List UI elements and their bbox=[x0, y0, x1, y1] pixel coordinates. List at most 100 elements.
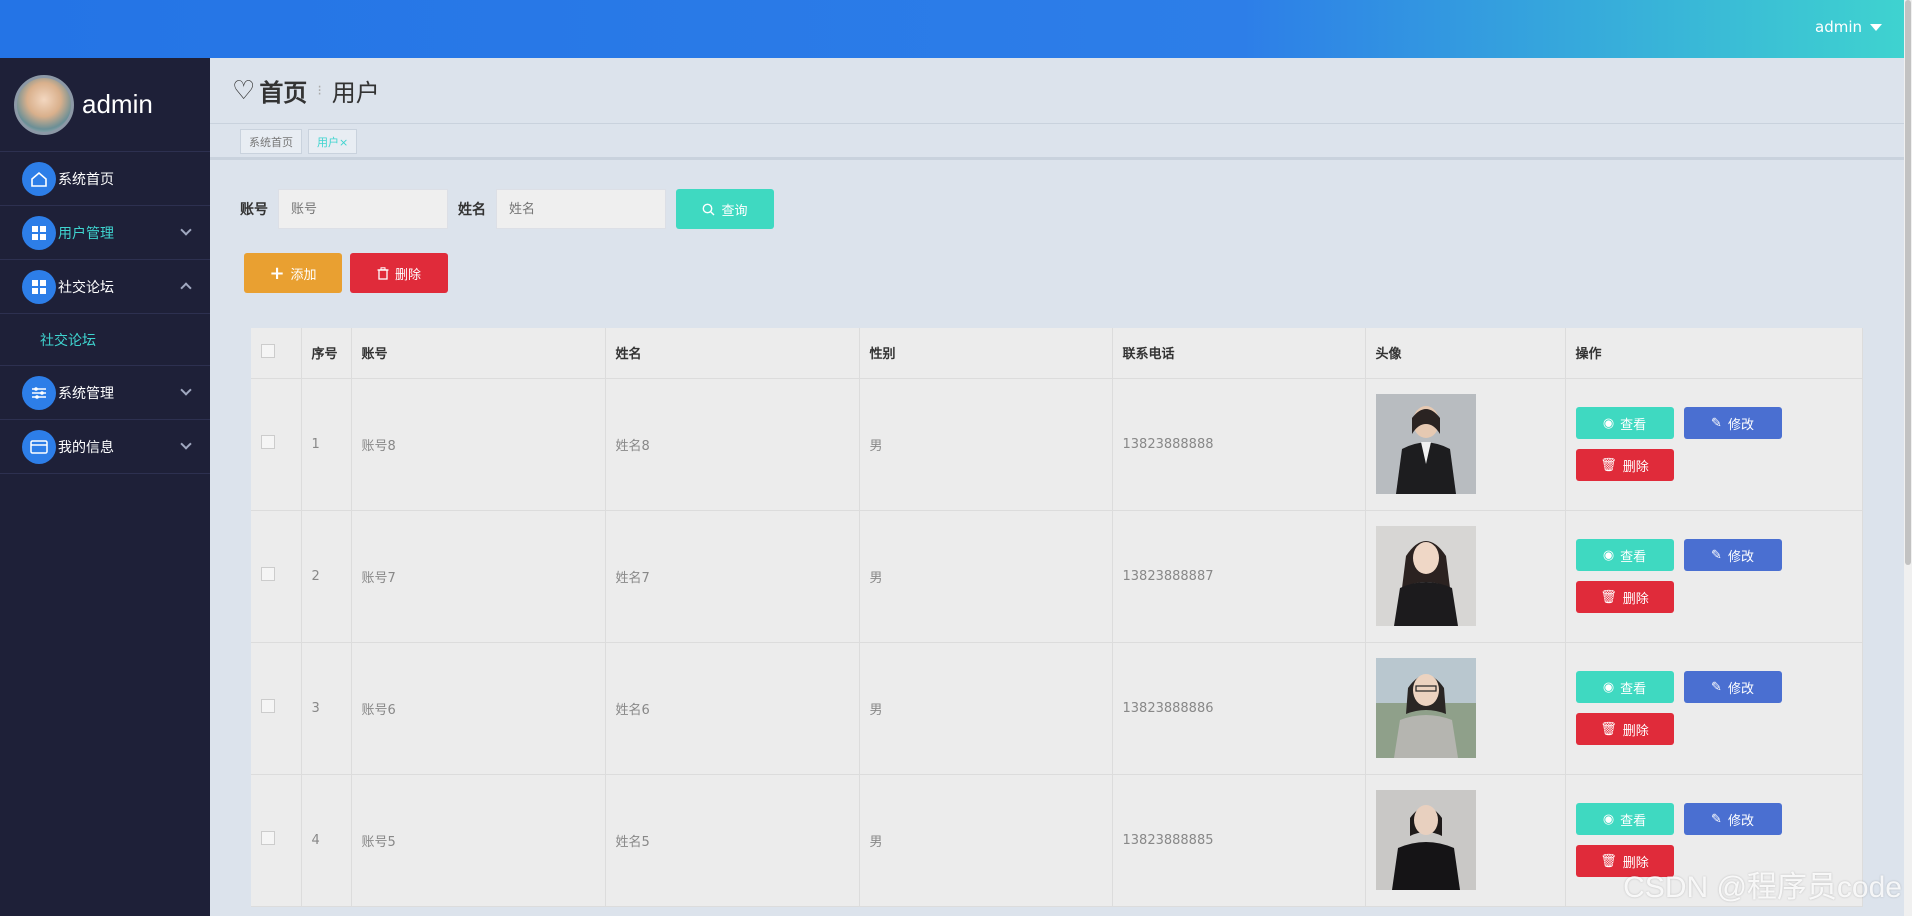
cell-account: 账号8 bbox=[351, 378, 606, 511]
cell-no: 2 bbox=[301, 510, 352, 643]
cell-gender: 男 bbox=[859, 378, 1113, 511]
cell-phone: 13823888888 bbox=[1112, 378, 1366, 511]
row-checkbox[interactable] bbox=[261, 567, 275, 581]
cell-gender: 男 bbox=[859, 774, 1113, 907]
table-row: 4 账号5 姓名5 男 13823888885 ◉ 查看 ✎ 修改 🗑 删除 bbox=[251, 774, 1863, 907]
view-label: 查看 bbox=[1620, 681, 1647, 697]
view-label: 查看 bbox=[1620, 549, 1647, 565]
sidebar-subitem-label: 社交论坛 bbox=[40, 332, 96, 349]
caret-down-icon bbox=[1870, 23, 1882, 31]
sidebar-item-user-management[interactable]: 用户管理 bbox=[0, 206, 210, 260]
sidebar-item-forum[interactable]: 社交论坛 bbox=[0, 260, 210, 314]
eye-icon: ◉ bbox=[1602, 811, 1615, 827]
trash-icon: 🗑 bbox=[1600, 457, 1617, 473]
row-check-cell bbox=[251, 510, 302, 643]
col-account: 账号 bbox=[351, 328, 606, 379]
row-checkbox[interactable] bbox=[261, 831, 275, 845]
sidebar-item-label: 我的信息 bbox=[58, 439, 114, 456]
sidebar-item-label: 社交论坛 bbox=[58, 279, 114, 296]
user-photo[interactable] bbox=[1375, 790, 1476, 890]
view-button[interactable]: ◉ 查看 bbox=[1575, 803, 1674, 835]
delete-label: 删除 bbox=[1622, 459, 1649, 475]
cell-phone: 13823888886 bbox=[1112, 642, 1366, 775]
cell-name: 姓名8 bbox=[605, 378, 860, 511]
delete-label: 删除 bbox=[1622, 591, 1649, 607]
col-gender: 性别 bbox=[859, 328, 1113, 379]
edit-icon: ✎ bbox=[1711, 679, 1722, 695]
view-button[interactable]: ◉ 查看 bbox=[1575, 539, 1674, 571]
user-photo[interactable] bbox=[1375, 658, 1476, 758]
cell-no: 3 bbox=[301, 642, 352, 775]
user-name: admin bbox=[1815, 18, 1862, 36]
edit-button[interactable]: ✎ 修改 bbox=[1683, 671, 1782, 703]
row-delete-button[interactable]: 🗑 删除 bbox=[1575, 713, 1674, 745]
row-check-cell bbox=[251, 774, 302, 907]
search-form: 账号 姓名 查询 bbox=[240, 189, 774, 229]
col-no: 序号 bbox=[301, 328, 352, 379]
view-button[interactable]: ◉ 查看 bbox=[1575, 407, 1674, 439]
edit-button[interactable]: ✎ 修改 bbox=[1683, 803, 1782, 835]
view-button[interactable]: ◉ 查看 bbox=[1575, 671, 1674, 703]
page-scrollbar[interactable] bbox=[1904, 0, 1912, 916]
heart-icon: ♡ bbox=[232, 75, 256, 106]
chevron-down-icon bbox=[180, 384, 192, 396]
col-phone: 联系电话 bbox=[1112, 328, 1366, 379]
trash-icon bbox=[377, 266, 389, 280]
sidebar-item-home[interactable]: 系统首页 bbox=[0, 152, 210, 206]
user-photo[interactable] bbox=[1375, 394, 1476, 494]
tag-home[interactable]: 系统首页 bbox=[240, 129, 302, 154]
select-all-checkbox[interactable] bbox=[261, 343, 275, 358]
row-checkbox[interactable] bbox=[261, 699, 275, 713]
table-row: 2 账号7 姓名7 男 13823888887 ◉ 查看 ✎ 修改 🗑 删除 bbox=[251, 510, 1863, 643]
delete-label: 删除 bbox=[1622, 723, 1649, 739]
cell-name: 姓名5 bbox=[605, 774, 860, 907]
sidebar-item-system[interactable]: 系统管理 bbox=[0, 366, 210, 420]
profile-name: admin bbox=[82, 89, 153, 119]
tab-tags: 系统首页 用户× bbox=[240, 129, 358, 154]
name-input[interactable] bbox=[496, 189, 666, 229]
top-bar: admin bbox=[0, 0, 1912, 58]
user-menu[interactable]: admin bbox=[1815, 18, 1882, 36]
trash-icon: 🗑 bbox=[1600, 721, 1617, 737]
tag-user[interactable]: 用户× bbox=[308, 129, 358, 154]
edit-button[interactable]: ✎ 修改 bbox=[1683, 407, 1782, 439]
sidebar-item-label: 系统管理 bbox=[58, 385, 114, 402]
delete-button-label: 删除 bbox=[394, 267, 421, 283]
row-delete-button[interactable]: 🗑 删除 bbox=[1575, 449, 1674, 481]
cell-account: 账号7 bbox=[351, 510, 606, 643]
trash-icon: 🗑 bbox=[1600, 589, 1617, 605]
add-button[interactable]: + 添加 bbox=[244, 253, 342, 293]
profile: admin bbox=[0, 58, 210, 152]
cell-gender: 男 bbox=[859, 510, 1113, 643]
cell-avatar bbox=[1365, 510, 1566, 643]
edit-button[interactable]: ✎ 修改 bbox=[1683, 539, 1782, 571]
cell-actions: ◉ 查看 ✎ 修改 🗑 删除 bbox=[1565, 510, 1863, 643]
row-checkbox[interactable] bbox=[261, 435, 275, 449]
breadcrumb-home[interactable]: 首页 bbox=[259, 73, 307, 108]
name-label: 姓名 bbox=[458, 202, 486, 218]
plus-icon: + bbox=[269, 262, 285, 284]
row-check-cell bbox=[251, 378, 302, 511]
row-check-cell bbox=[251, 642, 302, 775]
delete-button[interactable]: 删除 bbox=[350, 253, 448, 293]
page-header: ♡ 首页 ⁝ 用户 bbox=[210, 58, 1904, 124]
avatar bbox=[14, 74, 74, 135]
watermark: CSDN @程序员code bbox=[1623, 871, 1902, 904]
chevron-down-icon bbox=[180, 438, 192, 450]
cell-avatar bbox=[1365, 774, 1566, 907]
cell-phone: 13823888887 bbox=[1112, 510, 1366, 643]
col-name: 姓名 bbox=[605, 328, 860, 379]
scrollbar-thumb[interactable] bbox=[1905, 0, 1911, 565]
sidebar-subitem-forum[interactable]: 社交论坛 bbox=[0, 314, 210, 366]
user-photo[interactable] bbox=[1375, 526, 1476, 626]
sidebar-item-my-info[interactable]: 我的信息 bbox=[0, 420, 210, 474]
account-input[interactable] bbox=[278, 189, 448, 229]
view-label: 查看 bbox=[1620, 417, 1647, 433]
col-avatar: 头像 bbox=[1365, 328, 1566, 379]
row-delete-button[interactable]: 🗑 删除 bbox=[1575, 581, 1674, 613]
breadcrumb-current: 用户 bbox=[331, 79, 380, 107]
edit-label: 修改 bbox=[1727, 813, 1754, 829]
card-icon bbox=[22, 429, 56, 464]
eye-icon: ◉ bbox=[1602, 679, 1615, 695]
query-button[interactable]: 查询 bbox=[676, 189, 774, 229]
